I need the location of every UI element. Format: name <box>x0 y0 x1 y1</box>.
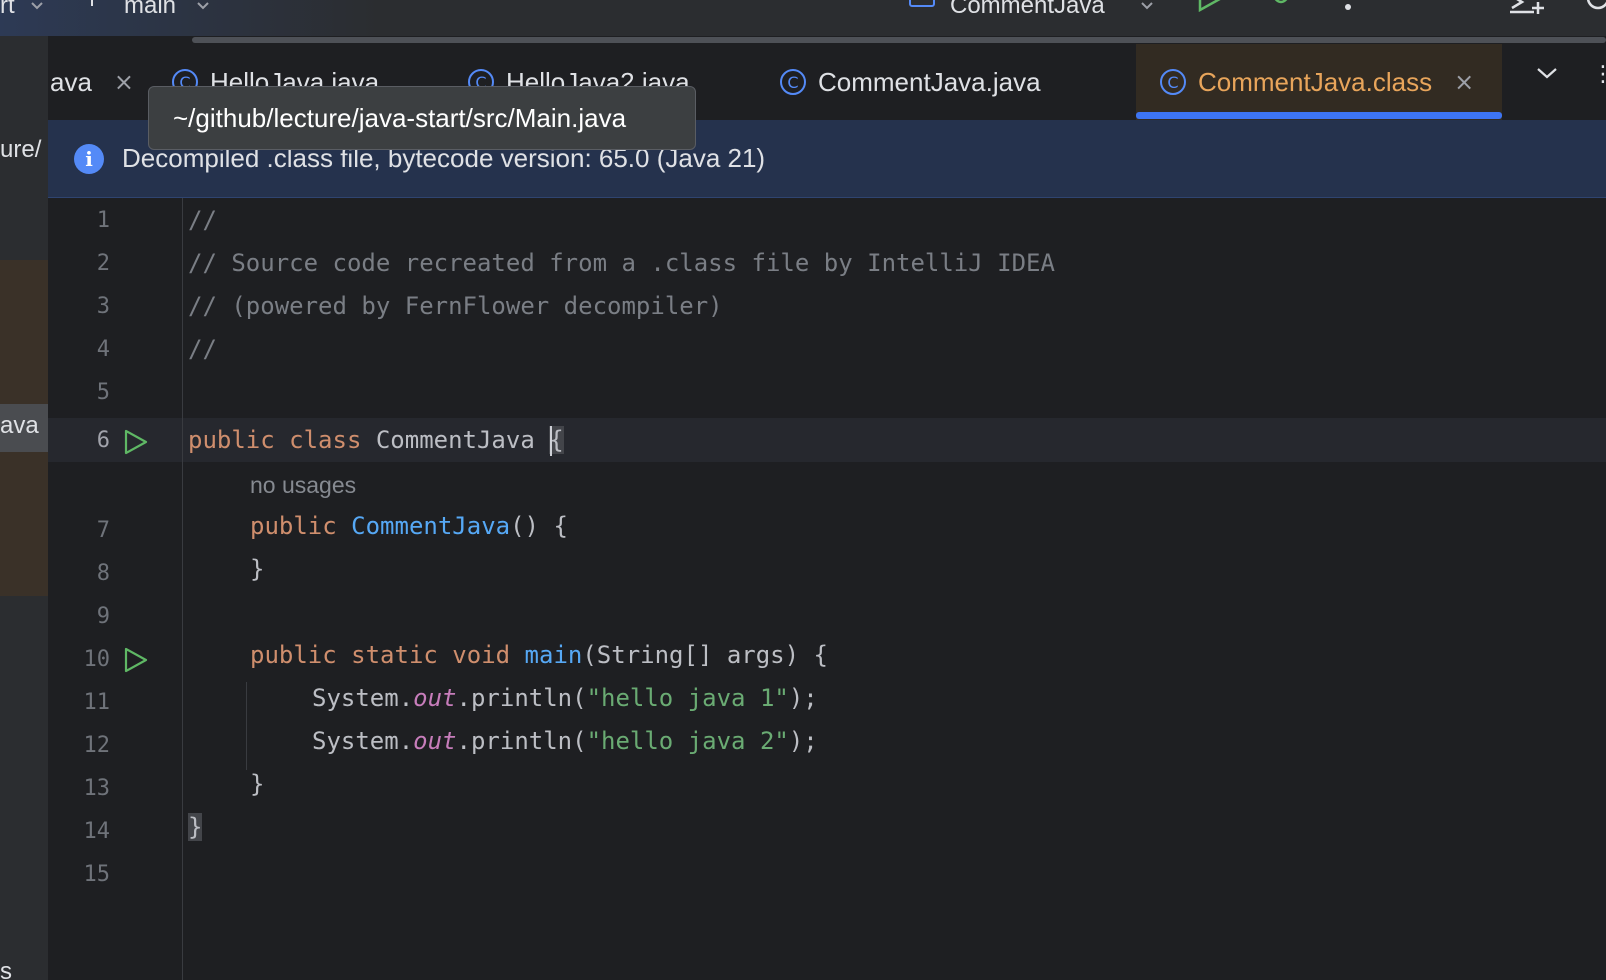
line-number: 4 <box>96 337 110 362</box>
tab-commentjava-java[interactable]: C CommentJava.java <box>780 44 1041 120</box>
code-text: () { <box>510 512 568 540</box>
run-config-icon <box>908 0 936 13</box>
constructor-name: CommentJava <box>351 512 511 540</box>
code-line-10: public static void main(String[] args) { <box>250 641 828 669</box>
code-text: ); <box>788 727 818 755</box>
line-number: 11 <box>83 690 111 715</box>
code-text: System. <box>312 727 414 755</box>
indent-guide <box>246 682 247 770</box>
static-field: out <box>413 684 457 712</box>
static-field: out <box>413 727 457 755</box>
keyword: public <box>250 512 337 540</box>
keyword: public class <box>188 426 362 454</box>
run-config-selector[interactable]: CommentJava <box>950 0 1105 20</box>
run-main-icon[interactable] <box>123 646 149 679</box>
inlay-usages-hint[interactable]: no usages <box>250 472 356 499</box>
selected-file-fragment: ava <box>0 412 39 439</box>
debug-icon[interactable] <box>1266 0 1296 17</box>
line-number-current: 6 <box>96 428 110 453</box>
code-line-4: // <box>188 335 217 363</box>
class-icon: C <box>1160 69 1186 95</box>
toolbar-project-area <box>0 0 380 36</box>
branch-icon[interactable] <box>88 0 106 13</box>
code-text: .println( <box>456 684 587 712</box>
code-line-14: } <box>188 813 203 841</box>
chevron-down-icon[interactable] <box>30 0 44 16</box>
code-line-12: System.out.println("hello java 2"); <box>312 727 818 755</box>
line-number: 10 <box>83 647 111 672</box>
keyword: public static void <box>250 641 511 669</box>
code-line-11: System.out.println("hello java 1"); <box>312 684 818 712</box>
string-literal: "hello java 1" <box>586 684 789 712</box>
chevron-down-icon[interactable] <box>196 0 210 16</box>
line-number: 14 <box>83 819 111 844</box>
code-line-8: } <box>250 555 265 583</box>
project-name-fragment[interactable]: rt <box>0 0 15 20</box>
project-path-fragment[interactable]: ure/ <box>0 136 41 164</box>
text-caret <box>549 426 552 456</box>
line-number: 8 <box>96 561 110 586</box>
class-name: CommentJava <box>361 426 550 454</box>
add-user-icon[interactable] <box>1508 0 1548 21</box>
tab-label: CommentJava.java <box>818 66 1041 97</box>
tab-commentjava-class[interactable]: C CommentJava.class × <box>1136 44 1502 120</box>
line-number: 7 <box>96 518 110 543</box>
code-line-7: public CommentJava() { <box>250 512 568 540</box>
tab-label: CommentJava.class <box>1198 66 1433 97</box>
line-number: 2 <box>96 251 110 276</box>
settings-icon[interactable] <box>1584 0 1606 17</box>
code-text: .println( <box>456 727 587 755</box>
code-text: ); <box>788 684 818 712</box>
method-name: main <box>524 641 583 669</box>
tab-more-icon[interactable]: ⋮ <box>1592 62 1606 87</box>
code-text: System. <box>312 684 414 712</box>
gutter-separator <box>182 198 183 980</box>
file-path-tooltip: ~/github/lecture/java-start/src/Main.jav… <box>148 86 696 150</box>
tab-scrollbar[interactable] <box>192 37 1606 43</box>
main-toolbar: rt main CommentJava <box>0 0 1606 36</box>
active-tab-indicator <box>1136 112 1502 119</box>
class-icon: C <box>780 69 806 95</box>
close-icon[interactable]: × <box>114 68 134 96</box>
string-literal: "hello java 2" <box>586 727 789 755</box>
more-actions-icon[interactable] <box>1344 0 1352 18</box>
line-number: 12 <box>83 733 111 758</box>
code-line-2: // Source code recreated from a .class f… <box>188 249 1055 277</box>
code-text: (String[] args) { <box>582 641 828 669</box>
line-number: 13 <box>83 776 111 801</box>
close-icon[interactable]: × <box>1454 68 1474 96</box>
code-line-6: public class CommentJava { <box>188 426 564 456</box>
line-number: 15 <box>83 862 111 887</box>
tab-label: ava <box>50 66 92 97</box>
project-tree-selected-item[interactable]: ava <box>0 404 48 452</box>
code-line-3: // (powered by FernFlower decompiler) <box>188 292 723 320</box>
line-number: 9 <box>96 604 110 629</box>
chevron-down-icon[interactable] <box>1140 0 1154 16</box>
run-class-icon[interactable] <box>123 428 149 461</box>
run-icon[interactable] <box>1196 0 1222 17</box>
code-line-1: // <box>188 206 217 234</box>
tab-list-chevron-icon[interactable] <box>1536 66 1558 85</box>
tab-ava[interactable]: ava × <box>50 44 134 120</box>
panel-fragment-glyph: s <box>0 958 12 980</box>
code-line-13: } <box>250 770 265 798</box>
matched-brace: } <box>188 813 203 841</box>
info-icon: i <box>74 143 104 174</box>
line-number: 1 <box>96 208 110 233</box>
line-number: 3 <box>96 294 110 319</box>
branch-selector[interactable]: main <box>124 0 176 20</box>
project-panel: ure/ ava <box>0 36 48 980</box>
tooltip-text: ~/github/lecture/java-start/src/Main.jav… <box>173 102 627 133</box>
line-number: 5 <box>96 380 110 405</box>
